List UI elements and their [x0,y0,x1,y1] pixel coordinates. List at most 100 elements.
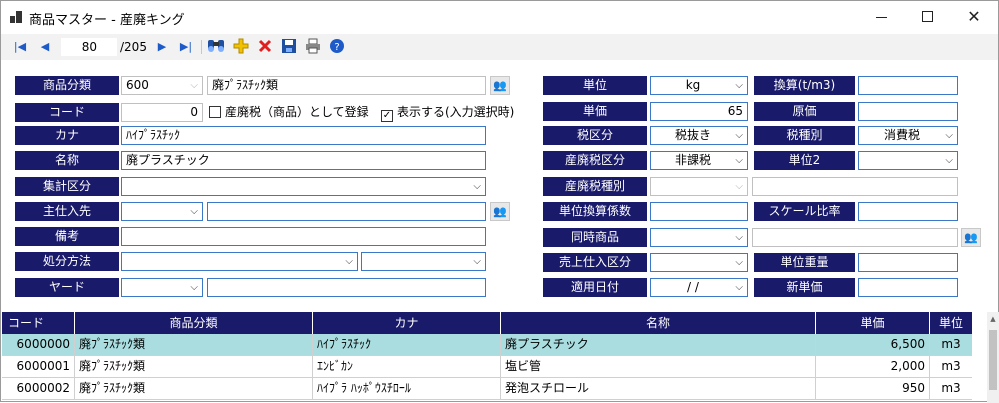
close-button[interactable]: ✕ [951,1,997,33]
name-label: 名称 [15,151,119,170]
unit2-label: 単位2 [754,151,855,170]
note-label: 備考 [15,227,119,246]
chevron-down-icon: ⌵ [735,155,743,166]
new-price-field[interactable] [858,278,958,297]
unit-label: 単位 [543,76,647,95]
supplier-search-icon[interactable]: 👥 [490,202,510,221]
apply-date-value: / / [687,280,699,294]
waste-tax-category-select[interactable]: 非課税 ⌵ [650,151,748,170]
same-time-item-label: 同時商品 [543,228,647,247]
tax-category-select[interactable]: 税抜き ⌵ [650,126,748,145]
column-header-kana[interactable]: カナ [313,312,501,334]
record-number-input[interactable]: 80 [61,38,117,56]
unit-weight-field[interactable] [858,253,958,272]
same-time-search-icon[interactable]: 👥 [961,228,981,247]
tax-category-value: 税抜き [674,128,711,142]
table-row[interactable]: 6000002 廃ﾌﾟﾗｽﾁｯｸ類 ﾊｲﾌﾟﾗ ﾊｯﾎﾟｳｽﾁﾛｰﾙ 発泡スチロ… [2,378,972,400]
chevron-down-icon: ⌵ [735,130,743,141]
apply-date-picker[interactable]: / / ⌵ [650,278,748,297]
scale-ratio-label: スケール比率 [754,202,855,221]
supplier-select[interactable]: ⌵ [121,202,203,221]
cell-unit: m3 [941,337,961,351]
grid-scrollbar[interactable]: ▲ [987,312,999,403]
cell-category: 廃ﾌﾟﾗｽﾁｯｸ類 [75,356,313,377]
sales-purchase-label: 売上仕入区分 [543,253,647,272]
waste-tax-category-label: 産廃税区分 [543,151,647,170]
category-name-field[interactable]: 廃ﾌﾟﾗｽﾁｯｸ類 [207,76,486,95]
category-code-select[interactable]: 600 ⌵ [121,76,203,95]
cost-field[interactable] [858,102,958,121]
name-field[interactable]: 廃プラスチック [121,151,486,170]
column-header-price[interactable]: 単価 [816,312,930,334]
price-label: 単価 [543,102,647,121]
cell-code: 6000000 [2,334,75,355]
chevron-down-icon: ⌵ [735,80,743,91]
add-icon[interactable] [233,38,249,56]
code-field[interactable]: 0 [121,103,203,122]
cell-category: 廃ﾌﾟﾗｽﾁｯｸ類 [75,334,313,355]
waste-tax-category-value: 非課税 [674,153,711,167]
yard-name-field[interactable] [207,278,486,297]
waste-tax-type-select[interactable]: ⌵ [650,177,748,196]
category-code-value: 600 [126,78,149,92]
last-record-icon[interactable]: ▶| [179,38,193,56]
note-field[interactable] [121,227,486,246]
maximize-button[interactable] [905,1,951,33]
column-header-name[interactable]: 名称 [501,312,816,334]
disposal-method-sub-select[interactable]: ⌵ [361,252,486,271]
svg-text:?: ? [334,42,339,53]
category-label: 商品分類 [15,76,119,95]
kana-label: カナ [15,126,119,145]
price-field[interactable]: 65 [650,102,748,121]
waste-tax-register-label: 産廃税（商品）として登録 [225,105,369,119]
conversion-field[interactable] [858,76,958,95]
unit-select[interactable]: kg ⌵ [650,76,748,95]
table-row[interactable]: 6000001 廃ﾌﾟﾗｽﾁｯｸ類 ｴﾝﾋﾞｶﾝ 塩ビ管 2,000 m3 [2,356,972,378]
kana-field[interactable]: ﾊｲﾌﾟﾗｽﾁｯｸ [121,126,486,145]
scroll-up-icon[interactable]: ▲ [987,314,999,324]
supplier-name-field[interactable] [207,202,486,221]
tax-type-select[interactable]: 消費税 ⌵ [858,126,958,145]
sales-purchase-select[interactable]: ⌵ [650,253,748,272]
delete-icon[interactable] [257,38,273,56]
waste-tax-register-checkbox[interactable]: 産廃税（商品）として登録 [209,103,369,122]
window-title: 商品マスター - 産廃キング [29,13,185,28]
cell-unit: m3 [941,381,961,395]
column-header-code[interactable]: コード [2,312,75,334]
summary-select[interactable]: ⌵ [121,177,486,196]
chevron-down-icon: ⌵ [473,256,481,267]
cell-price: 950 [816,378,930,399]
title-bar: 商品マスター - 産廃キング ✕ [1,1,998,33]
column-header-unit[interactable]: 単位 [930,312,972,334]
table-row[interactable]: 6000000 廃ﾌﾟﾗｽﾁｯｸ類 ﾊｲﾌﾟﾗｽﾁｯｸ 廃プラスチック 6,50… [2,334,972,356]
supplier-label: 主仕入先 [15,202,119,221]
cell-kana: ｴﾝﾋﾞｶﾝ [313,356,501,377]
first-record-icon[interactable]: |◀ [13,38,27,56]
cell-code: 6000001 [2,356,75,377]
prev-record-icon[interactable]: ◀ [39,38,51,56]
display-checkbox[interactable]: ✓ 表示する(入力選択時) [381,103,514,122]
cell-kana: ﾊｲﾌﾟﾗｽﾁｯｸ [313,334,501,355]
next-record-icon[interactable]: ▶ [156,38,168,56]
column-header-category[interactable]: 商品分類 [75,312,313,334]
search-icon[interactable] [207,38,225,56]
disposal-method-select[interactable]: ⌵ [121,252,358,271]
unit-weight-label: 単位重量 [754,253,855,272]
minimize-button[interactable] [859,1,905,33]
yard-select[interactable]: ⌵ [121,278,203,297]
category-search-icon[interactable]: 👥 [490,76,510,95]
cell-code: 6000002 [2,378,75,399]
cell-price: 2,000 [816,356,930,377]
save-icon[interactable] [281,38,297,56]
scale-ratio-field[interactable] [858,202,958,221]
unit-conversion-field[interactable] [650,202,748,221]
scroll-thumb[interactable] [989,330,997,390]
chevron-down-icon: ⌵ [735,257,743,268]
same-time-item-select[interactable]: ⌵ [650,228,748,247]
unit2-select[interactable]: ⌵ [858,151,958,170]
toolbar-separator [201,40,202,54]
waste-tax-type-name-field [752,177,958,196]
help-icon[interactable]: ? [329,38,345,56]
print-icon[interactable] [305,38,321,56]
tax-type-value: 消費税 [883,128,920,142]
